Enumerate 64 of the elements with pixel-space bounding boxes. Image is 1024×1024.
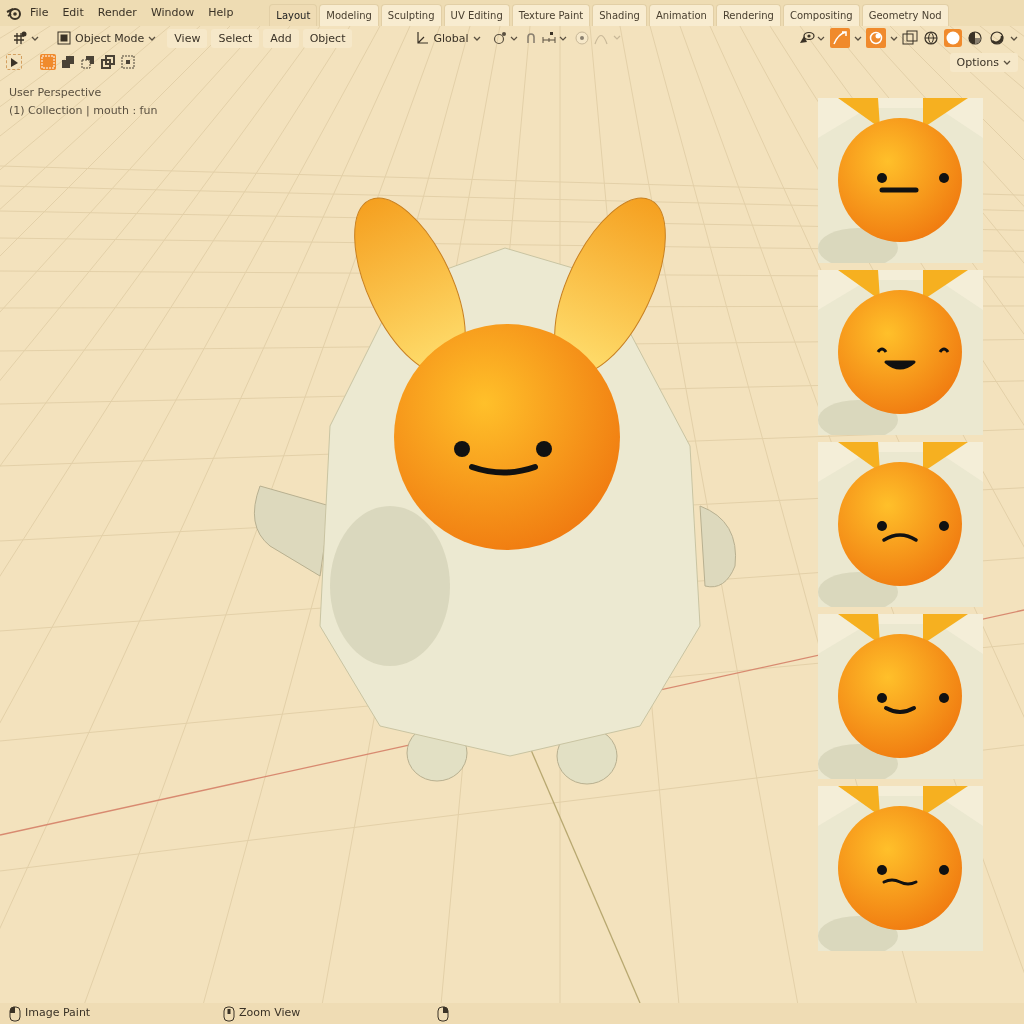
wireframe-sphere-icon	[923, 30, 939, 46]
gizmo-toggle-icon[interactable]	[830, 28, 850, 48]
collection-label: (1) Collection | mouth : fun	[9, 103, 159, 119]
material-sphere-icon	[967, 30, 983, 46]
cursor-icon	[10, 57, 18, 67]
workspace-tab[interactable]: Compositing	[782, 4, 860, 26]
solid-sphere-icon	[945, 30, 961, 46]
workspace-tab[interactable]: UV Editing	[443, 4, 510, 26]
workspace-tab[interactable]: Geometry Nod	[861, 4, 949, 26]
menu-item[interactable]: Window	[144, 2, 201, 24]
selection-mode-button[interactable]	[120, 54, 136, 70]
caret-icon[interactable]	[854, 34, 862, 42]
view-name-label: User Perspective	[9, 85, 103, 101]
workspace-tab[interactable]: Shading	[592, 4, 647, 26]
caret-icon[interactable]	[890, 34, 898, 42]
selection-mode-button[interactable]	[100, 54, 116, 70]
intersect-selection-icon	[121, 55, 135, 69]
caret-icon	[31, 34, 39, 42]
selection-mode-button[interactable]	[60, 54, 76, 70]
caret-icon[interactable]	[1010, 34, 1018, 42]
cube-icon	[57, 31, 71, 45]
status-hint: Image Paint	[25, 1005, 91, 1022]
select-box-tool[interactable]	[6, 54, 22, 70]
overlay-toggle-icon[interactable]	[866, 28, 886, 48]
workspace-tab[interactable]: Layout	[269, 4, 318, 26]
workspace-tab[interactable]: Texture Paint	[511, 4, 591, 26]
rendered-sphere-icon	[989, 30, 1005, 46]
grid-icon	[13, 31, 27, 45]
mouse-icon	[9, 1005, 21, 1022]
header-menu[interactable]: Add	[263, 28, 299, 48]
options-dropdown[interactable]: Options	[949, 52, 1018, 72]
shading-mode-button[interactable]	[966, 29, 984, 47]
xray-icon[interactable]	[902, 30, 918, 46]
header-menu[interactable]: Object	[302, 28, 353, 48]
status-hint: Zoom View	[239, 1005, 301, 1022]
subtract-selection-icon	[81, 55, 95, 69]
selection-mode-button[interactable]	[80, 54, 96, 70]
proportional-edit-icon[interactable]	[573, 30, 590, 46]
menu-item[interactable]: Render	[91, 2, 143, 24]
caret-icon	[472, 34, 481, 42]
mouse-icon	[223, 1005, 235, 1022]
visibility-icon[interactable]	[798, 30, 826, 46]
menu-item[interactable]: File	[24, 2, 55, 24]
header-menu[interactable]: View	[167, 28, 208, 48]
workspace-tab[interactable]: Rendering	[715, 4, 781, 26]
workspace-tab[interactable]: Sculpting	[380, 4, 442, 26]
app-logo-icon[interactable]	[6, 5, 22, 21]
header-menu[interactable]: Select	[211, 28, 260, 48]
shading-mode-button[interactable]	[922, 29, 940, 47]
invert-selection-icon	[101, 55, 115, 69]
orientation-dropdown[interactable]: Global	[408, 28, 488, 48]
workspace-tab[interactable]: Animation	[648, 4, 714, 26]
workspace-tab[interactable]: Modeling	[319, 4, 379, 26]
caret-icon	[1003, 58, 1011, 66]
menu-item[interactable]: Help	[202, 2, 240, 24]
extend-selection-icon	[61, 55, 75, 69]
pivot-icon[interactable]	[491, 31, 520, 45]
menu-item[interactable]: Edit	[56, 2, 90, 24]
mouse-icon	[437, 1005, 449, 1022]
mode-dropdown[interactable]: Object Mode	[50, 28, 164, 48]
axes-icon	[415, 31, 430, 45]
caret-icon	[148, 34, 157, 42]
new-selection-icon	[41, 55, 55, 69]
shading-mode-button[interactable]	[988, 29, 1006, 47]
